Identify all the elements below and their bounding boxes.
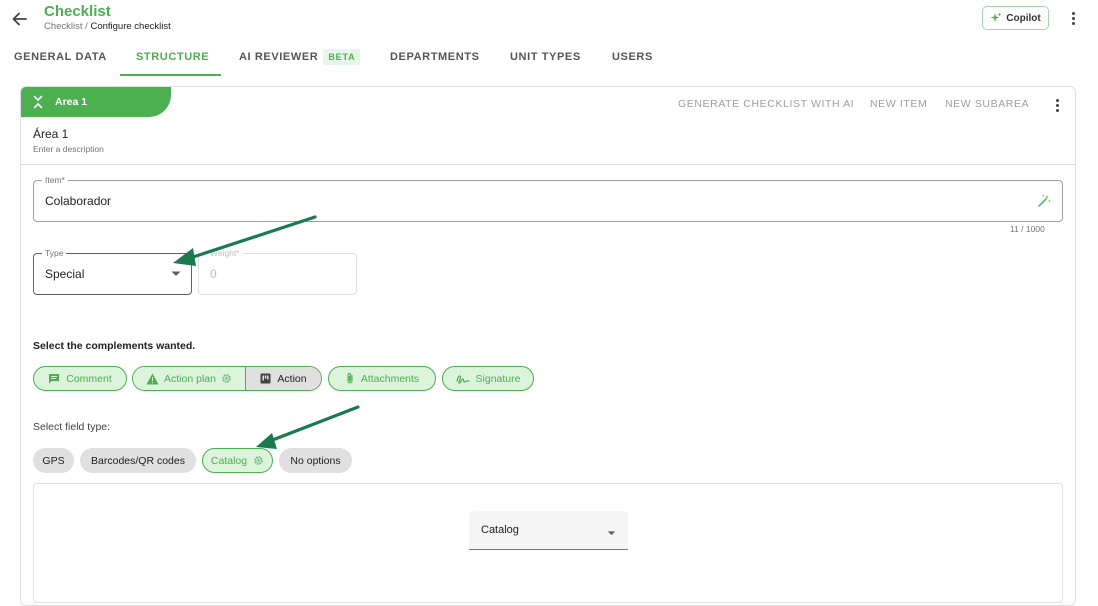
barcodes-chip[interactable]: Barcodes/QR codes (80, 448, 196, 473)
catalog-select[interactable]: Catalog (469, 511, 628, 550)
dropdown-arrow-icon (171, 271, 181, 276)
gear-icon[interactable] (221, 373, 232, 384)
divider (21, 164, 1075, 165)
tab-users[interactable]: USERS (612, 38, 653, 76)
field-type-label: Select field type: (33, 421, 111, 433)
action-icon (260, 373, 271, 384)
sparkle-icon (990, 12, 1002, 22)
comment-chip-label: Comment (66, 372, 112, 385)
back-button[interactable] (9, 8, 31, 30)
top-bar: Checklist Checklist / Configure checklis… (0, 0, 1098, 38)
action-label: Action (277, 372, 307, 385)
comment-chip[interactable]: Comment (33, 366, 127, 391)
tab-unit-types[interactable]: UNIT TYPES (510, 38, 581, 76)
attachments-chip-label: Attachments (360, 372, 420, 385)
tab-ai-reviewer[interactable]: AI REVIEWER BETA (239, 38, 361, 76)
breadcrumb-parent[interactable]: Checklist (44, 21, 83, 32)
action-plan-chip[interactable]: Action plan Action (132, 366, 322, 391)
catalog-chip-label: Catalog (210, 454, 248, 467)
magic-wand-icon[interactable] (1037, 194, 1051, 208)
signature-icon (455, 374, 470, 384)
action-plan-toggle[interactable]: Action plan (133, 367, 246, 390)
beta-badge: BETA (323, 49, 361, 65)
gps-chip[interactable]: GPS (33, 448, 74, 473)
tab-bar: GENERAL DATA STRUCTURE AI REVIEWER BETA … (0, 38, 1098, 76)
area-description-input[interactable]: Enter a description (33, 144, 104, 154)
page-title: Checklist (44, 3, 111, 20)
area-tab-label: Area 1 (55, 96, 88, 108)
tab-ai-reviewer-label: AI REVIEWER (239, 51, 319, 63)
action-toggle[interactable]: Action (246, 367, 321, 390)
catalog-chip[interactable]: Catalog (202, 448, 273, 473)
catalog-gear-icon[interactable] (253, 455, 264, 466)
item-field-label: Item* (42, 175, 68, 185)
signature-chip-label: Signature (475, 372, 521, 385)
paperclip-icon (347, 373, 353, 384)
copilot-label: Copilot (1006, 12, 1041, 24)
weight-field-label: Weight* (207, 248, 243, 258)
weight-field-value: 0 (210, 267, 217, 281)
item-char-counter: 11 / 1000 (1010, 224, 1045, 234)
active-tab-indicator (120, 74, 221, 76)
catalog-select-value: Catalog (481, 524, 519, 536)
warning-icon (146, 373, 159, 384)
new-subarea-button[interactable]: NEW SUBAREA (945, 98, 1029, 110)
catalog-dropdown-icon (607, 531, 616, 536)
area-more-vert-icon[interactable] (1050, 96, 1064, 114)
comment-icon (49, 373, 60, 383)
tab-departments[interactable]: DEPARTMENTS (390, 38, 480, 76)
more-vert-icon[interactable] (1066, 9, 1080, 27)
no-options-chip[interactable]: No options (279, 448, 352, 473)
area-header-tab[interactable]: Area 1 (21, 87, 171, 117)
generate-checklist-button[interactable]: GENERATE CHECKLIST WITH AI (678, 98, 854, 110)
breadcrumb: Checklist / Configure checklist (44, 21, 171, 32)
tab-structure[interactable]: STRUCTURE (136, 38, 209, 76)
signature-chip[interactable]: Signature (442, 366, 534, 391)
item-field[interactable]: Item* Colaborador (33, 175, 1063, 222)
tab-general-data[interactable]: GENERAL DATA (14, 38, 107, 76)
complements-label: Select the complements wanted. (33, 340, 196, 352)
type-field-value: Special (45, 267, 85, 281)
breadcrumb-current: Configure checklist (90, 21, 171, 32)
arrow-back-icon (12, 12, 27, 26)
type-field-label: Type (42, 248, 67, 258)
chevron-collapse-icon (33, 95, 43, 109)
action-plan-label: Action plan (164, 372, 216, 385)
attachments-chip[interactable]: Attachments (328, 366, 436, 391)
copilot-button[interactable]: Copilot (982, 6, 1049, 30)
area-name[interactable]: Área 1 (33, 127, 68, 141)
new-item-button[interactable]: NEW ITEM (870, 98, 927, 110)
weight-field: Weight* 0 (198, 248, 357, 295)
type-select[interactable]: Type Special (33, 248, 192, 295)
item-field-value: Colaborador (45, 194, 112, 208)
